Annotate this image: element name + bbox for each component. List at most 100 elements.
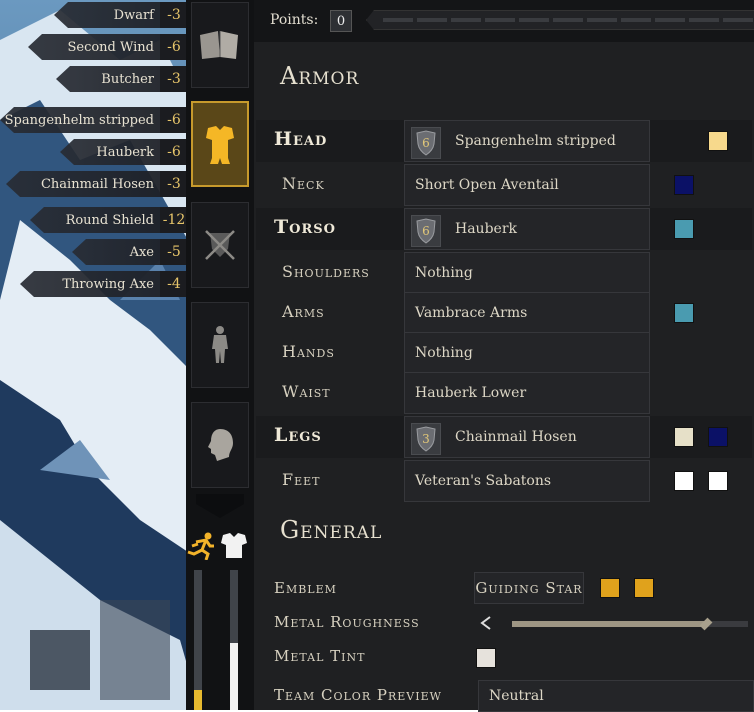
slot-item-name: Vambrace Arms: [415, 305, 528, 321]
stat-item: Second Wind -6: [28, 34, 188, 60]
team-color-label: Team Color Preview: [274, 686, 442, 704]
head-icon: [208, 429, 233, 461]
armor-row-feet: Feet Veteran's Sabatons: [254, 460, 752, 502]
chevron-down-icon: [196, 494, 244, 518]
emblem-color-1[interactable]: [600, 578, 620, 598]
stat-name: Hauberk: [96, 144, 154, 160]
slot-item-name: Spangenhelm stripped: [455, 133, 616, 149]
metal-tint-label: Metal Tint: [274, 647, 366, 665]
stat-item: Spangenhelm stripped -6: [0, 107, 188, 133]
stat-name: Throwing Axe: [62, 276, 154, 292]
chevron-left-icon[interactable]: [480, 616, 492, 630]
stat-item: Hauberk -6: [60, 139, 188, 165]
slot-item-field[interactable]: Vambrace Arms: [404, 292, 650, 334]
slot-label: Shoulders: [282, 262, 370, 281]
tier-value: 6: [422, 136, 430, 150]
armor-row-torso: Torso 6 Hauberk: [254, 208, 752, 250]
stat-name: Butcher: [101, 71, 154, 87]
tier-shield-icon: 6: [411, 215, 441, 247]
running-icon: [187, 532, 214, 560]
slot-item-field[interactable]: 3 Chainmail Hosen: [404, 416, 650, 458]
slot-item-field[interactable]: 6 Spangenhelm stripped: [404, 120, 650, 162]
tier-value: 6: [422, 224, 430, 238]
stat-name: Axe: [129, 244, 154, 260]
stat-item: Round Shield -12: [30, 207, 188, 233]
points-bar: Points: 0: [254, 0, 754, 42]
tier-value: 3: [422, 432, 430, 446]
armor-icon: [206, 126, 234, 164]
stat-value: -4: [160, 271, 188, 297]
stat-item: Dwarf -3: [54, 2, 188, 28]
slot-item-field[interactable]: Short Open Aventail: [404, 164, 650, 206]
color-swatch[interactable]: [674, 427, 694, 447]
slider-handle[interactable]: [699, 617, 712, 631]
slot-item-name: Veteran's Sabatons: [415, 473, 552, 489]
color-swatch[interactable]: [674, 219, 694, 239]
team-color-value: Neutral: [489, 688, 544, 704]
metal-roughness-row: Metal Roughness: [254, 606, 754, 640]
slot-item-field[interactable]: Veteran's Sabatons: [404, 460, 650, 502]
stat-value: -6: [160, 107, 188, 133]
emblem-color-2[interactable]: [634, 578, 654, 598]
stat-value: -5: [160, 239, 188, 265]
meters: [186, 528, 254, 710]
armor-row-waist: Waist Hauberk Lower: [254, 372, 752, 414]
slot-item-field[interactable]: 6 Hauberk: [404, 208, 650, 250]
emblem-value[interactable]: Guiding Star: [474, 572, 584, 604]
points-label: Points:: [270, 12, 319, 28]
stat-value: -3: [160, 171, 188, 197]
points-track: [366, 10, 754, 30]
stat-item: Chainmail Hosen -3: [6, 171, 188, 197]
points-value: 0: [330, 10, 352, 32]
metal-roughness-label: Metal Roughness: [274, 613, 420, 631]
armor-meter: [230, 570, 238, 710]
color-swatch[interactable]: [674, 471, 694, 491]
color-swatch[interactable]: [674, 303, 694, 323]
metal-tint-row: Metal Tint: [254, 640, 754, 674]
customization-panel: Points: 0 Armor Head 6 Spangenhelm strippe…: [254, 0, 754, 712]
slot-label: Hands: [282, 342, 335, 361]
category-column: [186, 0, 254, 710]
color-swatch[interactable]: [708, 131, 728, 151]
category-weapons[interactable]: [191, 202, 249, 288]
slot-label: Legs: [274, 424, 322, 446]
category-head[interactable]: [191, 402, 249, 488]
category-body[interactable]: [191, 302, 249, 388]
slot-item-field[interactable]: Nothing: [404, 252, 650, 294]
color-swatch[interactable]: [708, 471, 728, 491]
armor-row-shoulders: Shoulders Nothing: [254, 252, 752, 294]
slot-label: Waist: [282, 382, 331, 401]
slot-item-name: Short Open Aventail: [415, 177, 559, 193]
stat-item: Butcher -3: [56, 66, 188, 92]
slot-item-field[interactable]: Hauberk Lower: [404, 372, 650, 414]
armor-icon: [221, 533, 247, 558]
color-swatch[interactable]: [674, 175, 694, 195]
stat-item: Axe -5: [72, 239, 188, 265]
armor-row-neck: Neck Short Open Aventail: [254, 164, 752, 206]
team-color-select[interactable]: Neutral: [478, 680, 754, 712]
slot-item-field[interactable]: Nothing: [404, 332, 650, 374]
armor-section-title: Armor: [280, 62, 360, 90]
category-book[interactable]: [191, 2, 249, 88]
slot-label: Head: [274, 128, 328, 150]
stat-name: Chainmail Hosen: [40, 176, 154, 192]
emblem-row: Emblem Guiding Star: [254, 572, 754, 606]
armor-row-hands: Hands Nothing: [254, 332, 752, 374]
slot-label: Torso: [274, 216, 336, 238]
general-section-title: General: [280, 516, 383, 544]
category-armor[interactable]: [191, 101, 249, 187]
tier-shield-icon: 6: [411, 127, 441, 159]
slot-item-name: Nothing: [415, 265, 473, 281]
metal-roughness-slider[interactable]: [512, 617, 748, 631]
slot-item-name: Hauberk: [455, 221, 517, 237]
stat-name: Dwarf: [113, 7, 154, 23]
metal-tint-swatch[interactable]: [476, 648, 496, 668]
armor-row-arms: Arms Vambrace Arms: [254, 292, 752, 334]
book-icon: [200, 31, 238, 59]
tier-shield-icon: 3: [411, 423, 441, 455]
stat-name: Round Shield: [65, 212, 154, 228]
slot-label: Feet: [282, 470, 321, 489]
slot-item-name: Nothing: [415, 345, 473, 361]
color-swatch[interactable]: [708, 427, 728, 447]
stat-value: -12: [160, 207, 188, 233]
